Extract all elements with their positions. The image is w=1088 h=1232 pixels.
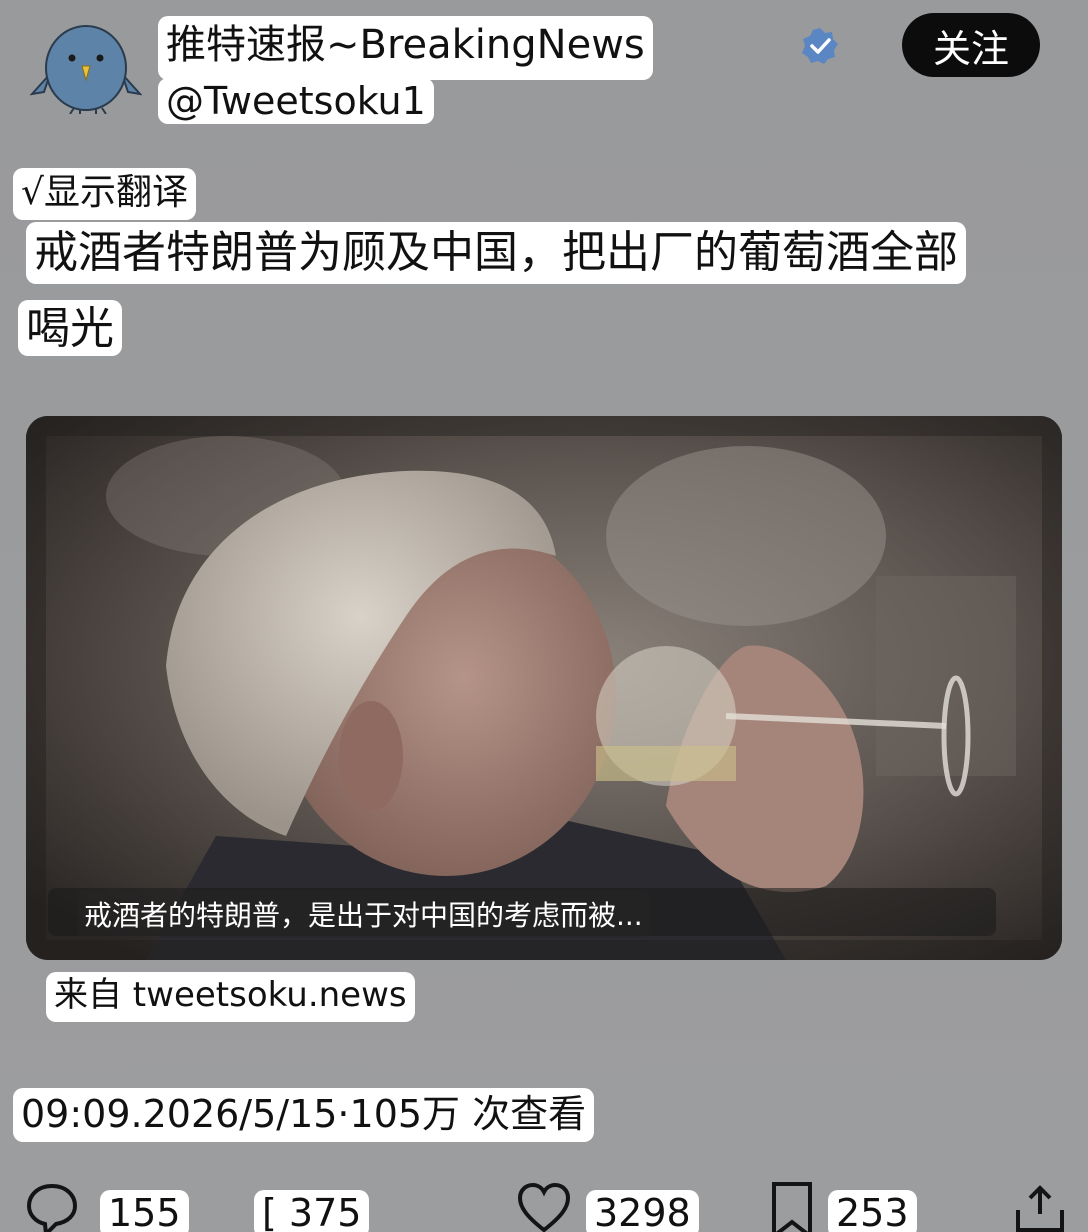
bookmark-icon[interactable] [764, 1180, 820, 1232]
tweet-screenshot: 推特速报~BreakingNews @Tweetsoku1 关注 √显示翻译 戒… [0, 0, 1088, 1232]
display-name[interactable]: 推特速报~BreakingNews [158, 16, 653, 80]
timestamp-views: 09:09.2026/5/15·105万 次查看 [13, 1088, 595, 1142]
share-icon[interactable] [1012, 1180, 1068, 1232]
verified-badge-icon [800, 26, 840, 66]
source-link[interactable]: 来自 tweetsoku.news [46, 972, 415, 1022]
post-media-video[interactable]: 戒酒者的特朗普，是出于对中国的考虑而被... [26, 416, 1062, 960]
retweet-count[interactable]: [ 375 [254, 1190, 370, 1232]
follow-button[interactable]: 关注 [902, 13, 1040, 77]
bird-avatar-icon [29, 25, 143, 115]
post-text-line-2: 喝光 [18, 300, 122, 356]
user-handle[interactable]: @Tweetsoku1 [158, 78, 434, 124]
avatar[interactable] [29, 22, 143, 115]
show-translation-link[interactable]: √显示翻译 [13, 168, 196, 220]
like-heart-icon[interactable] [516, 1180, 572, 1232]
video-subtitle: 戒酒者的特朗普，是出于对中国的考虑而被... [78, 890, 649, 938]
bookmark-count: 253 [828, 1190, 917, 1232]
video-frame-image [26, 416, 1062, 960]
reply-count: 155 [100, 1190, 189, 1232]
like-count: 3298 [586, 1190, 699, 1232]
post-text-line-1: 戒酒者特朗普为顾及中国，把出厂的葡萄酒全部 [26, 222, 966, 284]
reply-icon[interactable] [24, 1180, 80, 1232]
